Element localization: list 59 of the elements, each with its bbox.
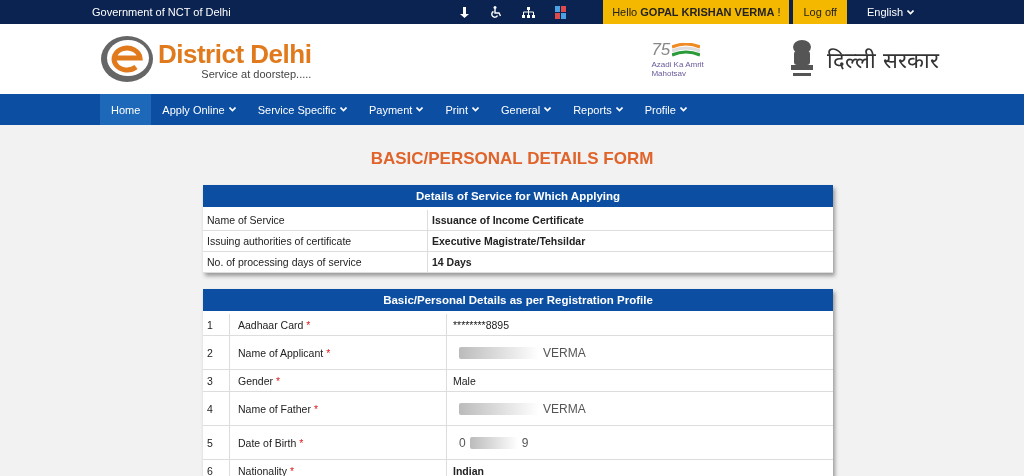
field-label: Name of Father [238, 402, 311, 415]
table-cell-text: 14 Days [431, 255, 473, 270]
blurred-text [469, 436, 518, 449]
nav-menu-item[interactable]: Print [434, 94, 491, 125]
required-mark: * [275, 374, 281, 387]
language-dropdown[interactable]: English [860, 5, 920, 19]
form-title: BASIC/PERSONAL DETAILS FORM [370, 149, 654, 169]
required-mark: * [306, 318, 311, 331]
value-text: 0 [459, 435, 466, 450]
field-label: Gender [238, 374, 274, 387]
table-cell: ********8895 [453, 318, 510, 331]
row-number: 3 [207, 374, 213, 387]
field-label: Nationality [238, 464, 288, 476]
nav-menu-item[interactable]: Payment [358, 94, 435, 125]
color-grid-icon[interactable] [555, 5, 566, 19]
azadi-number: 75 [651, 40, 671, 60]
table-cell: Name of Service [203, 210, 428, 230]
field-label: Date of Birth [238, 436, 297, 449]
table-header: Basic/Personal Details as per Registration Profile [203, 289, 833, 314]
e-logo-icon [100, 34, 156, 84]
government-title: दिल्ली सरकार [827, 47, 940, 74]
row-number: 1 [207, 318, 213, 331]
table-cell: No. of processing days of service [203, 252, 428, 272]
nav-menu-item[interactable]: Service Specific [246, 94, 358, 125]
row-number: 5 [207, 436, 213, 449]
value-text: 9 [521, 435, 529, 450]
table-cell: Issuing authorities of certificate [203, 231, 428, 251]
tagline: Service at doorstep..... [201, 67, 312, 80]
table-header: Details of Service for Which Applying [203, 185, 833, 210]
required-mark: * [289, 464, 295, 476]
field-label: Aadhaar Card [238, 318, 304, 331]
field-label: Name of Applicant [238, 346, 324, 359]
logoff-button[interactable]: Log off [793, 0, 847, 24]
caret-icon [907, 9, 914, 15]
brand-name: District Delhi [158, 38, 312, 70]
required-mark: * [326, 346, 331, 359]
azadi-text: Azadi Ka Amrit Mahotsav [651, 60, 705, 78]
nav-menu-item[interactable]: Reports [562, 94, 634, 125]
nav-menu-item[interactable]: Apply Online [151, 94, 247, 125]
required-mark: * [299, 436, 304, 449]
flag-swoosh-icon [672, 43, 701, 57]
row-number: 2 [207, 346, 213, 359]
down-arrow-icon[interactable] [460, 6, 470, 18]
nav-menu-item[interactable]: Home [100, 94, 152, 125]
nav-menu-item[interactable]: General [490, 94, 563, 125]
required-mark: * [313, 402, 318, 415]
table-cell-text: Issuance of Income Certificate [431, 213, 585, 228]
value-text: VERMA [543, 345, 586, 360]
sitemap-icon[interactable] [522, 6, 535, 18]
row-number: 4 [207, 402, 213, 415]
table-cell: Indian [453, 464, 484, 476]
table-cell: Male [453, 374, 476, 387]
table-cell-text: Executive Magistrate/Tehsildar [431, 234, 587, 249]
row-number: 6 [207, 464, 213, 476]
wheelchair-icon[interactable] [490, 6, 502, 18]
government-label: Government of NCT of Delhi [92, 6, 232, 18]
greeting-label: Hello GOPAL KRISHAN VERMA ! [612, 6, 781, 18]
nav-menu-item[interactable]: Profile [633, 94, 698, 125]
value-text: VERMA [543, 401, 586, 416]
